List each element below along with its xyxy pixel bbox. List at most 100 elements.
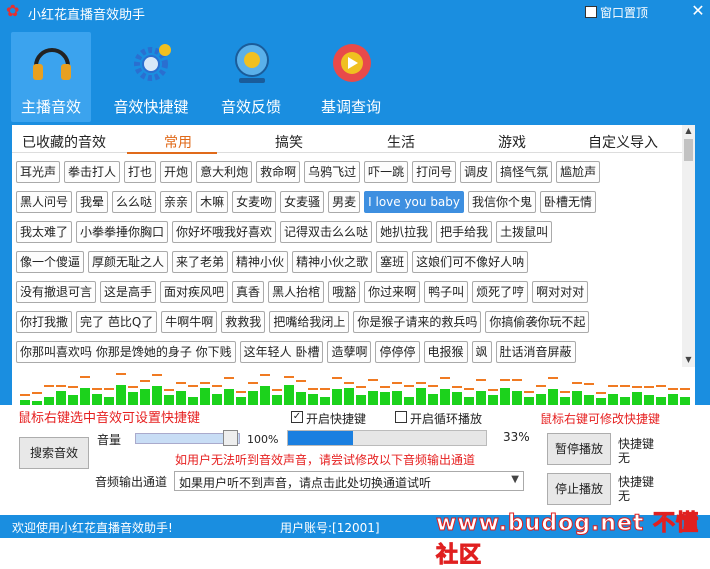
sound-button[interactable]: 开炮	[160, 161, 193, 183]
sound-button[interactable]: 吓一跳	[364, 161, 409, 183]
sound-button[interactable]: 真香	[232, 281, 265, 303]
enable-hotkey-checkbox[interactable]: ✓	[291, 411, 303, 423]
sound-button[interactable]: 我信你个鬼	[468, 191, 537, 213]
sound-button[interactable]: 男麦	[328, 191, 361, 213]
tab-life[interactable]: 生活	[387, 132, 415, 152]
level-bar	[224, 389, 234, 406]
tool-feedback[interactable]: 音效反馈	[211, 32, 291, 122]
sound-button[interactable]: 你搞偷袭你玩不起	[485, 311, 590, 333]
sound-button[interactable]: 我晕	[76, 191, 109, 213]
sound-list-scrollbar[interactable]: ▲ ▼	[682, 125, 695, 367]
scroll-down-icon[interactable]: ▼	[682, 354, 695, 366]
level-peak-cap	[188, 385, 198, 387]
sound-button[interactable]: 飒	[471, 341, 492, 363]
sound-button[interactable]: 造孽啊	[327, 341, 372, 363]
scroll-thumb[interactable]	[684, 139, 693, 161]
welcome-text: 欢迎使用小红花直播音效助手!	[12, 521, 173, 535]
webcam-icon	[235, 43, 269, 83]
sound-button[interactable]: 木嘛	[196, 191, 229, 213]
tab-games[interactable]: 游戏	[498, 132, 526, 152]
sound-button[interactable]: 精神小伙之歌	[292, 251, 373, 273]
sound-button[interactable]: 面对疾风吧	[160, 281, 229, 303]
scroll-up-icon[interactable]: ▲	[682, 125, 695, 137]
pin-label[interactable]: 窗口置顶	[600, 4, 648, 21]
search-sound-button[interactable]: 搜索音效	[19, 437, 89, 469]
audio-level-meter	[20, 370, 690, 406]
tab-favorites[interactable]: 已收藏的音效	[22, 132, 106, 152]
sound-button[interactable]: 尴尬声	[556, 161, 601, 183]
pin-checkbox[interactable]	[585, 6, 597, 18]
sound-button[interactable]: 肚话消音屏蔽	[495, 341, 576, 363]
sound-button[interactable]: 打问号	[412, 161, 457, 183]
sound-button[interactable]: 你那叫喜欢吗 你那是馋她的身子 你下贱	[16, 341, 236, 363]
sound-button[interactable]: 厚颜无耻之人	[88, 251, 169, 273]
pause-button[interactable]: 暂停播放	[547, 433, 611, 465]
sound-button[interactable]: 完了 芭比Q了	[76, 311, 158, 333]
sound-button[interactable]: 把嘴给我闭上	[269, 311, 350, 333]
sound-button[interactable]: 女麦骚	[280, 191, 325, 213]
tab-custom-import[interactable]: 自定义导入	[588, 132, 658, 152]
sound-button[interactable]: 没有撤退可言	[16, 281, 97, 303]
sound-button[interactable]: 牛啊牛啊	[161, 311, 218, 333]
enable-loop-label[interactable]: 开启循环播放	[410, 410, 482, 427]
sound-button[interactable]: 么么哒	[112, 191, 157, 213]
volume-slider-handle[interactable]	[223, 430, 238, 446]
sound-button[interactable]: 我太难了	[16, 221, 73, 243]
sound-button[interactable]: 打也	[124, 161, 157, 183]
tab-common[interactable]: 常用	[164, 132, 192, 152]
sound-button[interactable]: I love you baby	[364, 191, 465, 213]
sound-button[interactable]: 这年轻人 卧槽	[239, 341, 324, 363]
level-bar	[200, 388, 210, 406]
sound-button[interactable]: 小拳拳捶你胸口	[76, 221, 169, 243]
tab-funny[interactable]: 搞笑	[275, 132, 303, 152]
sound-button[interactable]: 鸭子叫	[424, 281, 469, 303]
sound-button[interactable]: 搞怪气氛	[496, 161, 553, 183]
sound-row: 没有撤退可言 这是高手 面对疾风吧 真香 黑人抬棺 哦豁 你过来啊 鸭子叫 烦死了哼 啊对对对	[16, 281, 592, 303]
sound-button[interactable]: 亲亲	[160, 191, 193, 213]
level-bar	[140, 389, 150, 406]
level-bar	[512, 391, 522, 406]
stop-button[interactable]: 停止播放	[547, 473, 611, 505]
sound-button[interactable]: 耳光声	[16, 161, 61, 183]
sound-button[interactable]: 黑人问号	[16, 191, 73, 213]
sound-button[interactable]: 乌鸦飞过	[304, 161, 361, 183]
sound-button[interactable]: 哦豁	[328, 281, 361, 303]
sound-button[interactable]: 精神小伙	[232, 251, 289, 273]
sound-button[interactable]: 拳击打人	[64, 161, 121, 183]
sound-button[interactable]: 电报猴	[423, 341, 468, 363]
sound-button[interactable]: 土拨鼠叫	[496, 221, 553, 243]
sound-button[interactable]: 像一个傻逼	[16, 251, 85, 273]
sound-button[interactable]: 卧槽无情	[540, 191, 597, 213]
output-channel-select[interactable]: 如果用户听不到声音，请点击此处切换通道试听 ▼	[174, 471, 524, 491]
sound-button[interactable]: 救命啊	[256, 161, 301, 183]
sound-button[interactable]: 救救我	[221, 311, 266, 333]
sound-button[interactable]: 黑人抬棺	[268, 281, 325, 303]
enable-hotkey-label[interactable]: 开启快捷键	[306, 410, 366, 427]
tool-anchor-sounds[interactable]: 主播音效	[11, 32, 91, 122]
sound-button[interactable]: 调皮	[460, 161, 493, 183]
sound-button[interactable]: 这娘们可不像好人呐	[412, 251, 529, 273]
sound-button[interactable]: 意大利炮	[196, 161, 253, 183]
sound-button[interactable]: 停停停	[375, 341, 420, 363]
tool-key-query[interactable]: 基调查询	[311, 32, 391, 122]
enable-loop-checkbox[interactable]	[395, 411, 407, 423]
level-peak-cap	[44, 385, 54, 387]
sound-button[interactable]: 她扒拉我	[376, 221, 433, 243]
sound-button[interactable]: 来了老弟	[172, 251, 229, 273]
sound-button[interactable]: 这是高手	[100, 281, 157, 303]
sound-button[interactable]: 女麦吻	[232, 191, 277, 213]
sound-button[interactable]: 你过来啊	[364, 281, 421, 303]
sound-button[interactable]: 啊对对对	[532, 281, 589, 303]
sound-button[interactable]: 记得双击么么哒	[280, 221, 373, 243]
sound-button[interactable]: 塞班	[376, 251, 409, 273]
sound-button[interactable]: 你打我撒	[16, 311, 73, 333]
close-icon[interactable]: ✕	[688, 1, 708, 21]
sound-button[interactable]: 烦死了哼	[472, 281, 529, 303]
pause-hotkey-value: 无	[618, 451, 631, 465]
level-peak-cap	[584, 383, 594, 385]
sound-button[interactable]: 你好坏哦我好喜欢	[172, 221, 277, 243]
level-peak-cap	[212, 385, 222, 387]
sound-button[interactable]: 把手给我	[436, 221, 493, 243]
sound-button[interactable]: 你是猴子请来的救兵吗	[353, 311, 482, 333]
tool-hotkeys[interactable]: 音效快捷键	[111, 32, 191, 122]
